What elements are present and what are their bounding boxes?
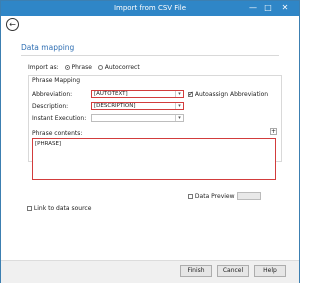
maximize-button[interactable]: □	[262, 3, 274, 13]
autoassign-checkbox[interactable]	[188, 90, 194, 98]
autoassign-label: Autoassign Abbreviation	[194, 91, 269, 98]
title-bar: Import from CSV File — □ ✕	[1, 1, 299, 16]
divider	[21, 55, 279, 56]
abbreviation-select[interactable]: [AUTOTEXT] ▾	[91, 90, 184, 98]
abbreviation-label: Abbreviation:	[32, 91, 73, 98]
phrase-contents-label: Phrase contents:	[32, 130, 83, 137]
import-as-label: Import as:	[28, 64, 59, 71]
import-as-row: Import as: Phrase Autocorrect	[28, 64, 140, 71]
autocorrect-radio[interactable]	[97, 65, 103, 70]
data-preview-label: Data Preview	[194, 193, 235, 200]
description-select[interactable]: [DESCRIPTION] ▾	[91, 102, 184, 110]
preview-navigation-control[interactable]	[237, 192, 261, 200]
phrase-radio[interactable]	[64, 65, 70, 70]
abbreviation-value: [AUTOTEXT]	[94, 91, 128, 97]
import-csv-dialog: Import from CSV File — □ ✕ ← Data mappin…	[0, 0, 300, 283]
instant-execution-label: Instant Execution:	[32, 115, 87, 122]
instant-execution-select[interactable]: ▾	[91, 114, 184, 122]
autocorrect-radio-label: Autocorrect	[104, 64, 140, 71]
chevron-down-icon[interactable]: ▾	[175, 91, 183, 97]
add-field-button[interactable]: +	[270, 128, 277, 135]
chevron-down-icon[interactable]: ▾	[175, 115, 183, 121]
phrase-contents-textarea[interactable]: [PHRASE]	[32, 138, 276, 180]
description-label: Description:	[32, 103, 69, 110]
description-value: [DESCRIPTION]	[94, 103, 136, 109]
cancel-button[interactable]: Cancel	[217, 265, 249, 277]
finish-button[interactable]: Finish	[180, 265, 212, 277]
phrase-radio-label: Phrase	[71, 64, 92, 71]
autoassign-row: Autoassign Abbreviation	[188, 90, 269, 98]
page-title: Data mapping	[21, 43, 75, 52]
back-arrow-icon[interactable]: ←	[6, 18, 19, 31]
minimize-button[interactable]: —	[247, 3, 259, 13]
link-data-source-label: Link to data source	[33, 205, 92, 212]
chevron-down-icon[interactable]: ▾	[175, 103, 183, 109]
data-preview-row: Data Preview	[188, 193, 235, 200]
phrase-mapping-label: Phrase Mapping	[32, 77, 81, 84]
help-button[interactable]: Help	[254, 265, 286, 277]
close-button[interactable]: ✕	[279, 3, 291, 13]
link-data-source-row: Link to data source	[27, 205, 91, 212]
data-preview-checkbox[interactable]	[188, 194, 193, 199]
link-data-source-checkbox[interactable]	[27, 206, 32, 211]
